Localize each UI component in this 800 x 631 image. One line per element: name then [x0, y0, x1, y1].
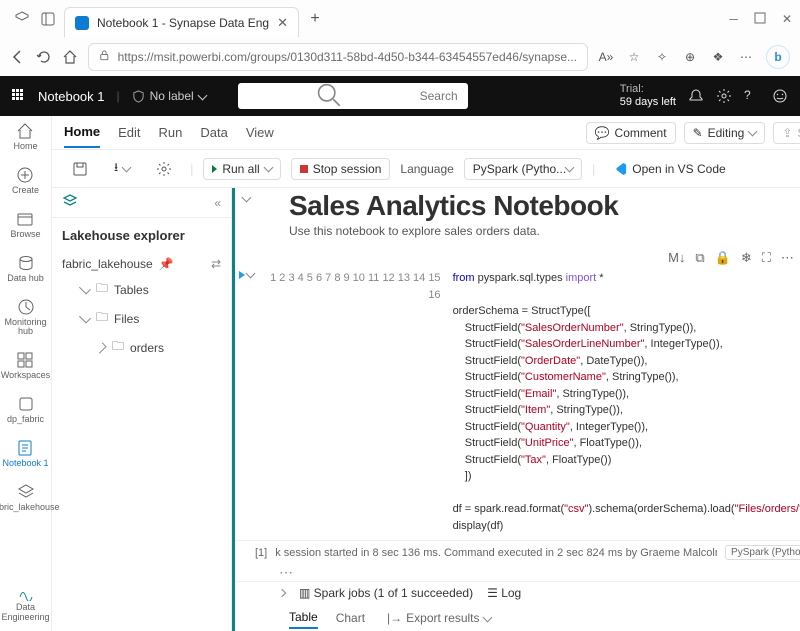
editing-button[interactable]: ✎ Editing	[684, 122, 766, 144]
close-window-icon[interactable]: ✕	[782, 12, 792, 26]
exec-lang-badge: PySpark (Python)	[725, 545, 800, 560]
search-placeholder: Search	[420, 89, 458, 103]
browser-tab[interactable]: Notebook 1 - Synapse Data Eng ✕	[64, 7, 299, 37]
orders-node[interactable]: 🗀 orders	[52, 333, 231, 362]
rail-create[interactable]: Create	[12, 166, 39, 196]
lakehouse-explorer: « Lakehouse explorer fabric_lakehouse 📌 …	[52, 188, 232, 631]
sidebar-toggle-icon[interactable]	[40, 11, 56, 27]
feedback-icon[interactable]	[772, 88, 788, 104]
rail-browse[interactable]: Browse	[10, 210, 40, 240]
notifications-icon[interactable]	[688, 88, 704, 104]
runall-button[interactable]: Run all	[203, 158, 280, 180]
notebook-area: Sales Analytics Notebook Use this notebo…	[232, 188, 800, 631]
lakehouse-node[interactable]: fabric_lakehouse 📌 ⇄	[52, 253, 231, 275]
code-source[interactable]: from pyspark.sql.types import * orderSch…	[453, 270, 800, 534]
sensitivity-label[interactable]: No label	[132, 89, 206, 103]
tab-view[interactable]: View	[246, 118, 274, 147]
home-icon[interactable]	[62, 49, 78, 65]
spark-jobs-row[interactable]: ▥ Spark jobs (1 of 1 succeeded) ☰ Log ⚙	[235, 581, 800, 604]
tab-data[interactable]: Data	[200, 118, 227, 147]
pin-icon[interactable]: 📌	[159, 257, 174, 271]
search-box[interactable]: Search	[238, 83, 468, 109]
tab-edit[interactable]: Edit	[118, 118, 140, 147]
lock-cell-icon[interactable]: 🔒	[715, 250, 731, 266]
maximize-icon[interactable]	[754, 12, 766, 27]
expand-cell-icon[interactable]: ⛶	[762, 250, 771, 266]
rail-data-engineering[interactable]: Data Engineering	[0, 583, 51, 623]
export-results-button[interactable]: |→ Export results	[387, 611, 490, 628]
output-tabs: Table Chart |→ Export results	[235, 604, 800, 631]
comment-button[interactable]: 💬 Comment	[586, 122, 676, 144]
toolbar: ⭳ | Run all Stop session Language PySpar…	[52, 150, 800, 188]
more-cell-icon[interactable]: ⋯	[781, 250, 794, 266]
trial-status: Trial: 59 days left	[620, 83, 676, 109]
tab-title: Notebook 1 - Synapse Data Eng	[97, 16, 269, 30]
browser-titlebar: Notebook 1 - Synapse Data Eng ✕ + ─ ✕	[0, 0, 800, 38]
rail-monitoring[interactable]: Monitoring hub	[0, 298, 51, 338]
close-tab-icon[interactable]: ✕	[277, 15, 288, 31]
output-tab-table[interactable]: Table	[289, 610, 318, 629]
exec-index: [1]	[255, 547, 267, 559]
markdown-toggle-icon[interactable]: M↓	[668, 250, 685, 266]
rail-lakehouse[interactable]: fabric_lakehouse	[0, 483, 60, 513]
explorer-title: Lakehouse explorer	[52, 218, 231, 253]
tables-node[interactable]: 🗀 Tables	[52, 275, 231, 304]
menu-tabs: Home Edit Run Data View 💬 Comment ✎ Edit…	[52, 116, 800, 150]
rail-home[interactable]: Home	[13, 122, 37, 152]
notebook-name[interactable]: Notebook 1	[38, 89, 105, 104]
help-icon[interactable]: ?	[744, 88, 760, 104]
refresh-explorer-icon[interactable]: ⇄	[211, 257, 221, 271]
stop-button[interactable]: Stop session	[291, 158, 391, 180]
lock-icon	[99, 50, 110, 64]
new-tab-button[interactable]: +	[307, 11, 323, 27]
minimize-icon[interactable]: ─	[729, 12, 738, 26]
exec-message: k session started in 8 sec 136 ms. Comma…	[275, 547, 717, 559]
copy-cell-icon[interactable]: ⧉	[695, 250, 704, 266]
settings-icon[interactable]	[716, 88, 732, 104]
workspace-icon[interactable]	[14, 11, 30, 27]
line-numbers: 1 2 3 4 5 6 7 8 9 10 11 12 13 14 15 16	[265, 270, 453, 534]
favorite-icon[interactable]: ☆	[626, 49, 642, 65]
lakehouse-icon	[62, 193, 78, 212]
bing-icon[interactable]: b	[766, 45, 790, 69]
extensions-icon[interactable]: ❖	[710, 49, 726, 65]
rail-datahub[interactable]: Data hub	[7, 254, 44, 284]
tab-home[interactable]: Home	[64, 117, 100, 148]
app-header: Notebook 1 | No label Search Trial: 59 d…	[0, 76, 800, 116]
app-launcher-icon[interactable]	[12, 89, 26, 103]
cell-toolbar: M↓ ⧉ 🔒 ❄ ⛶ ⋯ 🗑	[235, 246, 800, 270]
language-label: Language	[400, 162, 453, 176]
share-button[interactable]: ⇪ Share	[773, 122, 800, 144]
collections-icon[interactable]: ⊕	[682, 49, 698, 65]
download-button[interactable]: ⭳	[106, 155, 138, 182]
back-icon[interactable]	[10, 49, 26, 65]
notebook-subtitle: Use this notebook to explore sales order…	[289, 224, 800, 238]
url-box[interactable]: https://msit.powerbi.com/groups/0130d311…	[88, 43, 588, 71]
rail-dpfabric[interactable]: dp_fabric	[7, 395, 44, 425]
output-tab-chart[interactable]: Chart	[336, 611, 365, 628]
collapse-panel-icon[interactable]: «	[214, 196, 221, 210]
freeze-cell-icon[interactable]: ❄	[741, 250, 752, 266]
rail-workspaces[interactable]: Workspaces	[1, 351, 50, 381]
gear-button[interactable]	[148, 158, 180, 180]
open-vscode-button[interactable]: Open in VS Code	[605, 159, 733, 179]
favorites-bar-icon[interactable]: ✧	[654, 49, 670, 65]
run-cell-icon[interactable]	[239, 271, 245, 279]
tab-run[interactable]: Run	[159, 118, 183, 147]
more-icon[interactable]: ⋯	[738, 49, 754, 65]
tab-favicon	[75, 16, 89, 30]
code-cell[interactable]: 1 2 3 4 5 6 7 8 9 10 11 12 13 14 15 16 f…	[235, 270, 800, 534]
reader-icon[interactable]: A»	[598, 49, 614, 65]
left-rail: Home Create Browse Data hub Monitoring h…	[0, 116, 52, 631]
save-button[interactable]	[64, 158, 96, 180]
execution-info: [1] k session started in 8 sec 136 ms. C…	[235, 540, 800, 564]
rail-notebook1[interactable]: Notebook 1	[2, 439, 48, 469]
files-node[interactable]: 🗀 Files	[52, 304, 231, 333]
language-select[interactable]: PySpark (Pytho...	[464, 158, 582, 180]
browser-addressbar: https://msit.powerbi.com/groups/0130d311…	[0, 38, 800, 76]
refresh-icon[interactable]	[36, 49, 52, 65]
search-icon	[248, 83, 412, 109]
notebook-title: Sales Analytics Notebook	[289, 190, 800, 222]
url-text: https://msit.powerbi.com/groups/0130d311…	[118, 50, 577, 64]
